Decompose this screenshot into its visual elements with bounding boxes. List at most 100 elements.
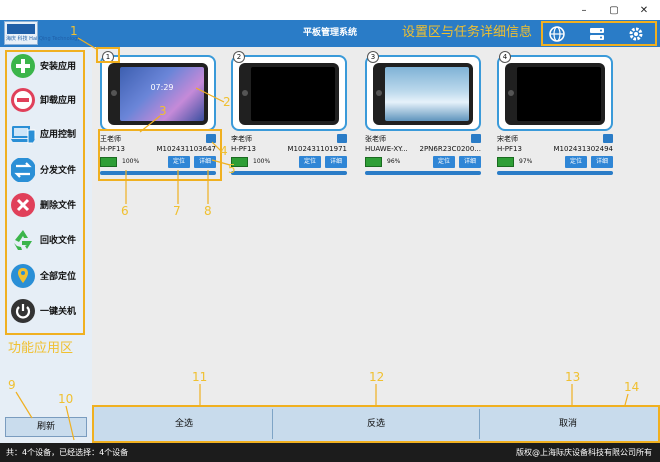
battery-percent: 100% (253, 158, 271, 165)
sidebar-item-app-control[interactable]: 应用控制 (8, 120, 84, 150)
plus-icon (11, 54, 35, 78)
recycle-icon (14, 230, 32, 250)
battery-icon (365, 157, 382, 167)
wifi-icon (337, 134, 347, 143)
device-serial: 2PN6R23C0200... (419, 145, 481, 153)
wifi-icon (471, 134, 481, 143)
annotation-3: 3 (159, 104, 167, 118)
gear-icon[interactable] (627, 25, 645, 43)
battery-icon (497, 157, 514, 167)
sidebar-item-label: 删除文件 (40, 201, 77, 211)
selection-summary: 共：4个设备，已经选择：4个设备 (6, 448, 129, 457)
action-bar: 全选 反选 取消 (92, 405, 660, 443)
annotation-13: 13 (565, 370, 581, 384)
tablet-preview (239, 63, 339, 125)
sidebar-item-uninstall-app[interactable]: 卸载应用 (8, 86, 84, 116)
location-icon (11, 264, 35, 288)
camera-dot (242, 90, 248, 96)
device-info-highlight (98, 129, 222, 181)
sidebar-item-recycle-file[interactable]: 回收文件 (8, 226, 84, 256)
device-frame (497, 55, 613, 131)
detail-button[interactable]: 详细 (591, 156, 613, 168)
device-model: H-PF13 (497, 145, 522, 153)
annotation-1: 1 (70, 24, 78, 38)
laptop-icon (10, 126, 36, 144)
detail-button[interactable]: 详细 (459, 156, 481, 168)
progress-fill (497, 171, 613, 175)
sidebar-item-shutdown[interactable]: 一键关机 (8, 297, 84, 327)
task-progress-bar (365, 171, 481, 175)
wifi-icon (603, 134, 613, 143)
refresh-button[interactable]: 刷新 (5, 417, 87, 437)
settings-area-annotation: 设置区与任务详细信息 (402, 25, 533, 40)
annotation-8: 8 (204, 204, 212, 218)
sidebar-item-distribute-file[interactable]: 分发文件 (8, 156, 84, 186)
detail-button[interactable]: 详细 (325, 156, 347, 168)
minus-icon (11, 88, 35, 112)
tablet-screen (385, 67, 469, 121)
annotation-2: 2 (223, 95, 231, 109)
device-frame (365, 55, 481, 131)
power-icon (11, 299, 35, 323)
progress-fill (365, 171, 481, 175)
device-serial: M102431101971 (287, 145, 347, 153)
device-card[interactable]: 3 张老师 HUAWE-XY... 2PN6R23C0200... 96% 定位… (365, 51, 481, 181)
progress-fill (231, 171, 347, 175)
sidebar-item-label: 分发文件 (40, 166, 77, 176)
maximize-button[interactable]: ▢ (604, 5, 624, 17)
close-button[interactable]: ✕ (634, 5, 654, 17)
locate-button[interactable]: 定位 (433, 156, 455, 168)
annotation-12: 12 (369, 370, 385, 384)
sidebar-item-label: 回收文件 (40, 236, 77, 246)
task-progress-bar (231, 171, 347, 175)
camera-dot (376, 90, 382, 96)
device-card[interactable]: 2 李老师 H-PF13 M102431101971 100% 定位 详细 (231, 51, 347, 181)
teacher-name: 张老师 (365, 135, 386, 143)
tablet-preview (505, 63, 605, 125)
locate-button[interactable]: 定位 (565, 156, 587, 168)
device-index-badge: 3 (367, 51, 379, 63)
sidebar-item-label: 一键关机 (40, 307, 77, 317)
invert-selection-button[interactable]: 反选 (273, 409, 480, 439)
device-card[interactable]: 4 宋老师 H-PF13 M102431302494 97% 定位 详细 (497, 51, 613, 181)
function-area-annotation: 功能应用区 (8, 341, 74, 356)
device-model: HUAWE-XY... (365, 145, 408, 153)
device-frame: 07:29 (100, 55, 216, 131)
delete-icon (11, 193, 35, 217)
annotation-9: 9 (8, 378, 16, 392)
annotation-5: 5 (228, 162, 236, 176)
tasks-icon[interactable] (588, 25, 606, 43)
status-bar: 共：4个设备，已经选择：4个设备 版权@上海际庆设备科技有限公司所有 (0, 443, 660, 462)
annotation-6: 6 (121, 204, 129, 218)
device-index-badge: 2 (233, 51, 245, 63)
camera-dot (111, 90, 117, 96)
cancel-button[interactable]: 取消 (480, 409, 656, 439)
sidebar-item-delete-file[interactable]: 删除文件 (8, 191, 84, 221)
annotation-7: 7 (173, 204, 181, 218)
screen-time: 07:29 (150, 83, 174, 92)
copyright-text: 版权@上海际庆设备科技有限公司所有 (516, 448, 652, 457)
sidebar-item-label: 安装应用 (40, 62, 77, 72)
battery-percent: 96% (387, 158, 401, 165)
minimize-button[interactable]: – (574, 5, 594, 17)
device-model: H-PF13 (231, 145, 256, 153)
annotation-10: 10 (58, 392, 74, 406)
annotation-4: 4 (220, 144, 228, 158)
tablet-preview: 07:29 (108, 63, 208, 125)
tablet-preview (373, 63, 473, 125)
sidebar-item-label: 全部定位 (40, 272, 77, 282)
sidebar-item-label: 卸载应用 (40, 96, 77, 106)
select-all-button[interactable]: 全选 (96, 409, 273, 439)
sidebar-item-locate-all[interactable]: 全部定位 (8, 262, 84, 292)
locate-button[interactable]: 定位 (299, 156, 321, 168)
index-highlight (96, 47, 120, 63)
battery-percent: 97% (519, 158, 533, 165)
tablet-screen (251, 67, 335, 121)
tablet-screen (517, 67, 601, 121)
sidebar-item-label: 应用控制 (40, 130, 77, 140)
device-index-badge: 4 (499, 51, 511, 63)
sidebar-item-install-app[interactable]: 安装应用 (8, 52, 84, 82)
globe-icon[interactable] (548, 25, 566, 43)
task-progress-bar (497, 171, 613, 175)
app-window: – ▢ ✕ 海庆 科技 Hai Qing Technology 平板管理系统 设… (0, 0, 660, 462)
